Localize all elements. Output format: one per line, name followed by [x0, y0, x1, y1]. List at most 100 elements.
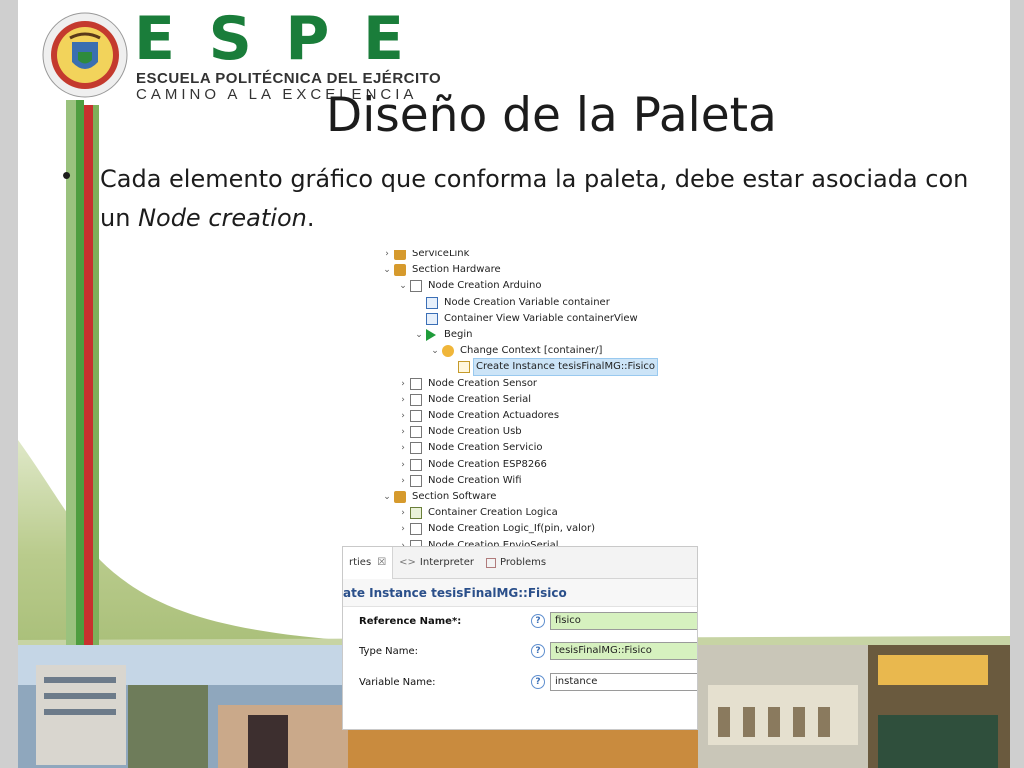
- tree-item[interactable]: ⌄ Node Creation Arduino: [398, 278, 543, 294]
- expand-arrow-icon[interactable]: ›: [398, 424, 408, 440]
- expand-arrow-icon[interactable]: ›: [398, 457, 408, 473]
- close-icon[interactable]: ☒: [377, 557, 386, 568]
- tab-problems-label: Problems: [499, 557, 547, 568]
- tree-item[interactable]: Node Creation Variable container: [414, 295, 612, 311]
- tree-item[interactable]: › ServiceLink: [382, 250, 471, 262]
- bullet-symbol: •: [62, 160, 72, 190]
- tree-item[interactable]: ⌄ Section Hardware: [382, 262, 503, 278]
- tree-item[interactable]: › Node Creation Wifi: [398, 473, 524, 489]
- tree-item-label: Section Software: [412, 491, 497, 502]
- university-name: ESCUELA POLITÉCNICA DEL EJÉRCITO: [136, 70, 442, 87]
- brand-letter-e: E: [134, 4, 175, 74]
- tree-item-label: Section Hardware: [412, 264, 501, 276]
- help-icon[interactable]: ?: [531, 644, 545, 658]
- expand-arrow-icon[interactable]: ⌄: [382, 262, 392, 278]
- node-icon: [410, 280, 422, 293]
- tree-item[interactable]: › Node Creation Usb: [398, 424, 524, 440]
- expand-arrow-icon[interactable]: ›: [398, 408, 408, 424]
- tree-item[interactable]: › Node Creation Sensor: [398, 376, 539, 392]
- expand-arrow-icon[interactable]: ›: [382, 250, 392, 262]
- expand-arrow-icon[interactable]: ›: [398, 521, 408, 537]
- help-icon[interactable]: ?: [531, 675, 545, 689]
- properties-tab-bar: rties ☒ <> Interpreter Problems: [343, 547, 697, 579]
- section-icon: [394, 250, 406, 260]
- tree-item-label: Node Creation Usb: [428, 426, 522, 438]
- tree-item-label: Node Creation Actuadores: [428, 410, 560, 421]
- tree-item[interactable]: › Node Creation Serial: [398, 392, 533, 408]
- type-name-field[interactable]: tesisFinalMG::Fisico: [550, 642, 697, 660]
- tree-item-label: Create Instance tesisFinalMG::Fisico: [473, 358, 658, 377]
- stripe-red: [84, 105, 93, 665]
- node-icon: [410, 377, 422, 390]
- node-icon: [410, 410, 422, 422]
- tree-item[interactable]: › Node Creation Servicio: [398, 440, 544, 456]
- tree-item[interactable]: Create Instance tesisFinalMG::Fisico: [446, 358, 658, 377]
- reference-name-field[interactable]: fisico: [550, 612, 697, 630]
- tree-item-label: Node Creation Servicio: [428, 442, 543, 454]
- reference-name-label: Reference Name*:: [359, 615, 462, 627]
- tree-item[interactable]: ⌄ Section Software: [382, 489, 498, 505]
- tree-item-label: Node Creation Arduino: [428, 280, 542, 292]
- tree-item[interactable]: ⌄ Change Context [container/]: [430, 343, 604, 359]
- expand-arrow-icon[interactable]: ›: [398, 392, 408, 408]
- tree-item[interactable]: › Node Creation ESP8266: [398, 457, 549, 473]
- expand-arrow-icon[interactable]: ›: [398, 473, 408, 489]
- brand-letter-s: S: [208, 4, 252, 74]
- tab-properties-label: rties: [349, 557, 372, 568]
- tree-item[interactable]: › Node Creation Actuadores: [398, 408, 561, 424]
- begin-icon: [426, 329, 436, 341]
- variable-icon: [426, 296, 438, 309]
- tree-item-label: Change Context [container/]: [460, 345, 603, 357]
- create-instance-icon: [458, 361, 470, 374]
- node-icon: [410, 458, 422, 471]
- node-icon: [410, 426, 422, 439]
- expand-arrow-icon[interactable]: ›: [398, 538, 408, 546]
- interpreter-icon: <>: [399, 557, 416, 568]
- tree-item-label: ServiceLink: [412, 250, 470, 259]
- tree-item[interactable]: › Container Creation Logica: [398, 505, 560, 521]
- variable-name-label: Variable Name:: [359, 676, 436, 688]
- expand-arrow-icon[interactable]: ›: [398, 376, 408, 392]
- node-icon: [410, 474, 422, 487]
- tree-item-label: Node Creation Logic_If(pin, valor): [428, 523, 596, 535]
- tree-item-label: Container View Variable containerView: [444, 312, 638, 324]
- problems-icon: [485, 557, 496, 568]
- expand-arrow-icon[interactable]: ⌄: [414, 327, 424, 343]
- expand-arrow-icon[interactable]: ⌄: [398, 278, 408, 294]
- expand-arrow-icon[interactable]: ⌄: [382, 489, 392, 505]
- brand-letter-e2: E: [362, 4, 404, 74]
- node-icon: [410, 442, 422, 455]
- tree-item-label: Node Creation Serial: [428, 393, 532, 405]
- property-row-reference-name: Reference Name*: ? fisico: [343, 611, 697, 631]
- tree-item-label: Node Creation Variable container: [444, 296, 610, 308]
- stripe-green: [76, 100, 84, 645]
- tree-item[interactable]: › Node Creation Logic_If(pin, valor): [398, 521, 597, 537]
- tree-item[interactable]: Container View Variable containerView: [414, 311, 640, 327]
- section-icon: [394, 264, 406, 277]
- tree-item-label: Begin: [444, 329, 473, 340]
- tree-item-label: Container Creation Logica: [428, 507, 558, 519]
- bullet-text-end: .: [306, 204, 315, 232]
- help-icon[interactable]: ?: [531, 614, 545, 628]
- tab-problems[interactable]: Problems: [480, 547, 552, 579]
- tree-item-label: Node Creation ESP8266: [428, 458, 547, 470]
- tree-item[interactable]: ⌄ Begin: [414, 327, 474, 343]
- tab-interpreter-label: Interpreter: [419, 557, 474, 568]
- properties-header: ate Instance tesisFinalMG::Fisico: [343, 579, 697, 607]
- section-icon: [394, 491, 406, 503]
- container-icon: [410, 507, 422, 520]
- tab-properties[interactable]: rties ☒: [343, 547, 394, 579]
- stripe-green-right: [93, 105, 99, 665]
- tree-item[interactable]: › Node Creation EnvioSerial: [398, 538, 561, 546]
- expand-arrow-icon[interactable]: ›: [398, 440, 408, 456]
- brand-letter-p: P: [285, 4, 330, 74]
- espe-wordmark: E S P E: [134, 4, 404, 74]
- variable-name-field[interactable]: instance: [550, 673, 697, 691]
- slide-title: Diseño de la Paleta: [326, 88, 777, 143]
- type-name-label: Type Name:: [359, 645, 419, 657]
- expand-arrow-icon[interactable]: ⌄: [430, 343, 440, 359]
- tree-item-label: Node Creation EnvioSerial: [428, 539, 559, 546]
- bullet-text-italic: Node creation: [138, 204, 307, 232]
- expand-arrow-icon[interactable]: ›: [398, 505, 408, 521]
- tab-interpreter[interactable]: <> Interpreter: [393, 547, 480, 579]
